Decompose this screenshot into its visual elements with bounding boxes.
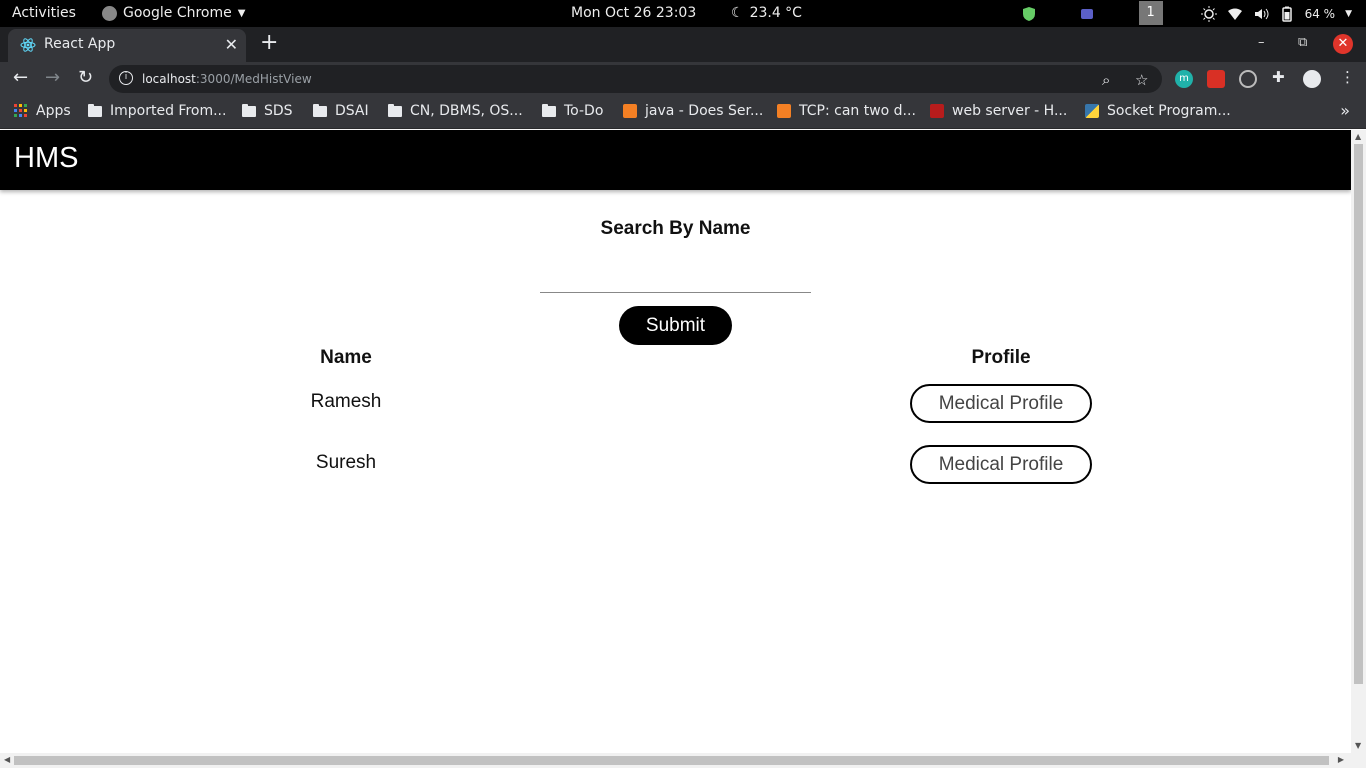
patient-name: Ramesh <box>310 391 382 412</box>
site-info-icon[interactable]: i <box>119 71 133 85</box>
folder-icon <box>88 103 102 117</box>
medical-profile-button[interactable]: Medical Profile <box>910 384 1092 423</box>
weather-temp: 23.4 °C <box>749 5 802 21</box>
system-menu-caret-icon: ▼ <box>1345 8 1352 19</box>
close-window-button[interactable]: ✕ <box>1333 34 1353 54</box>
bookmark-link[interactable]: Socket Program... <box>1085 103 1231 119</box>
bookmark-label: Apps <box>36 103 71 119</box>
horizontal-scroll-thumb[interactable] <box>14 756 1329 765</box>
battery-percent: 64 % <box>1304 6 1336 21</box>
close-tab-icon[interactable]: ✕ <box>225 35 238 54</box>
medical-profile-button[interactable]: Medical Profile <box>910 445 1092 484</box>
battery-icon <box>1281 6 1292 22</box>
submit-button[interactable]: Submit <box>619 306 732 345</box>
search-name-input[interactable] <box>540 263 811 293</box>
bookmark-folder[interactable]: CN, DBMS, OS... <box>388 103 523 119</box>
bookmark-label: SDS <box>264 103 293 119</box>
serverfault-icon <box>930 104 944 118</box>
chrome-icon <box>102 6 117 21</box>
activities-button[interactable]: Activities <box>12 5 76 22</box>
weather-icon: ☾ <box>731 5 744 21</box>
new-tab-button[interactable]: + <box>260 32 278 54</box>
status-area[interactable]: 1 64 % ▼ <box>1021 0 1352 25</box>
folder-icon <box>242 103 256 117</box>
wifi-icon <box>1227 8 1242 20</box>
bookmark-label: CN, DBMS, OS... <box>410 103 523 119</box>
url-text[interactable]: localhost:3000/MedHistView <box>142 72 312 86</box>
clock[interactable]: Mon Oct 26 23:03 <box>571 5 696 22</box>
bookmark-folder[interactable]: SDS <box>242 103 293 119</box>
bookmark-label: Socket Program... <box>1107 103 1231 119</box>
extension-red-icon[interactable] <box>1207 70 1225 88</box>
tab-react-app[interactable]: React App ✕ <box>8 29 246 62</box>
teams-icon <box>1080 8 1093 19</box>
back-arrow-icon[interactable]: ← <box>13 69 28 87</box>
shield-icon <box>1022 6 1035 21</box>
vertical-scroll-thumb[interactable] <box>1354 144 1363 684</box>
zoom-icon[interactable]: ⌕ <box>1102 71 1110 89</box>
patient-name: Suresh <box>315 452 377 473</box>
profile-avatar-icon[interactable] <box>1303 70 1321 88</box>
scroll-down-arrow-icon[interactable]: ▼ <box>1355 741 1361 750</box>
horizontal-scrollbar[interactable]: ◀ ▶ <box>0 753 1366 768</box>
scroll-left-arrow-icon[interactable]: ◀ <box>4 755 10 764</box>
browser-toolbar: ← → ↻ i localhost:3000/MedHistView ⌕ ☆ m… <box>0 62 1366 95</box>
extension-m-icon[interactable]: m <box>1175 70 1193 88</box>
weather-indicator[interactable]: ☾ 23.4 °C <box>731 5 802 22</box>
forward-arrow-icon[interactable]: → <box>45 69 60 87</box>
stackoverflow-icon <box>623 104 637 118</box>
scroll-up-arrow-icon[interactable]: ▲ <box>1355 132 1361 141</box>
folder-icon <box>542 103 556 117</box>
bookmarks-bar: Apps Imported From... SDS DSAI CN, DBMS,… <box>0 95 1366 129</box>
bookmark-label: Imported From... <box>110 103 227 119</box>
bookmark-label: DSAI <box>335 103 369 119</box>
python-icon <box>1085 104 1099 118</box>
app-menu[interactable]: Google Chrome ▼ <box>102 5 245 22</box>
bookmark-star-icon[interactable]: ☆ <box>1135 71 1148 89</box>
bookmark-link[interactable]: web server - H... <box>930 103 1067 119</box>
minimize-window-button[interactable]: – <box>1258 35 1265 50</box>
reload-icon[interactable]: ↻ <box>78 69 93 87</box>
app-menu-label: Google Chrome <box>123 5 232 21</box>
bookmark-label: java - Does Ser... <box>645 103 764 119</box>
bookmark-link[interactable]: TCP: can two d... <box>777 103 916 119</box>
column-header-name: Name <box>320 347 372 368</box>
vertical-scrollbar[interactable]: ▲ ▼ <box>1351 130 1366 753</box>
bookmark-label: web server - H... <box>952 103 1068 119</box>
brand-logo[interactable]: HMS <box>14 142 78 175</box>
apps-grid-icon <box>14 104 27 117</box>
app-navbar: HMS <box>0 130 1351 190</box>
bookmark-folder[interactable]: Imported From... <box>88 103 226 119</box>
folder-icon <box>388 103 402 117</box>
column-header-profile: Profile <box>971 347 1031 368</box>
bookmark-folder[interactable]: To-Do <box>542 103 603 119</box>
volume-icon <box>1254 8 1269 19</box>
address-bar[interactable]: i localhost:3000/MedHistView ⌕ ☆ <box>109 65 1162 93</box>
bookmark-apps[interactable]: Apps <box>14 103 71 119</box>
workspace-indicator[interactable]: 1 <box>1138 0 1163 25</box>
bookmarks-overflow-icon[interactable]: » <box>1340 101 1350 120</box>
brightness-icon <box>1200 5 1217 22</box>
tab-title: React App <box>44 36 116 52</box>
extension-target-icon[interactable] <box>1239 70 1257 88</box>
tab-strip: React App ✕ <box>0 27 1366 62</box>
bookmark-link[interactable]: java - Does Ser... <box>623 103 763 119</box>
scroll-right-arrow-icon[interactable]: ▶ <box>1338 755 1344 764</box>
search-heading: Search By Name <box>600 218 751 239</box>
system-top-bar: Activities Google Chrome ▼ Mon Oct 26 23… <box>0 0 1366 27</box>
stackoverflow-icon <box>777 104 791 118</box>
restore-window-button[interactable]: ⧉ <box>1298 35 1307 50</box>
extensions-puzzle-icon[interactable]: ✚ <box>1272 68 1285 86</box>
folder-icon <box>313 103 327 117</box>
caret-down-icon: ▼ <box>237 8 246 19</box>
bookmark-label: To-Do <box>564 103 604 119</box>
page-viewport: HMS Search By Name Submit Name Profile R… <box>0 130 1351 753</box>
react-icon <box>20 38 36 52</box>
bookmark-label: TCP: can two d... <box>799 103 916 119</box>
chrome-menu-icon[interactable]: ⋮ <box>1340 68 1355 86</box>
bookmark-folder[interactable]: DSAI <box>313 103 369 119</box>
